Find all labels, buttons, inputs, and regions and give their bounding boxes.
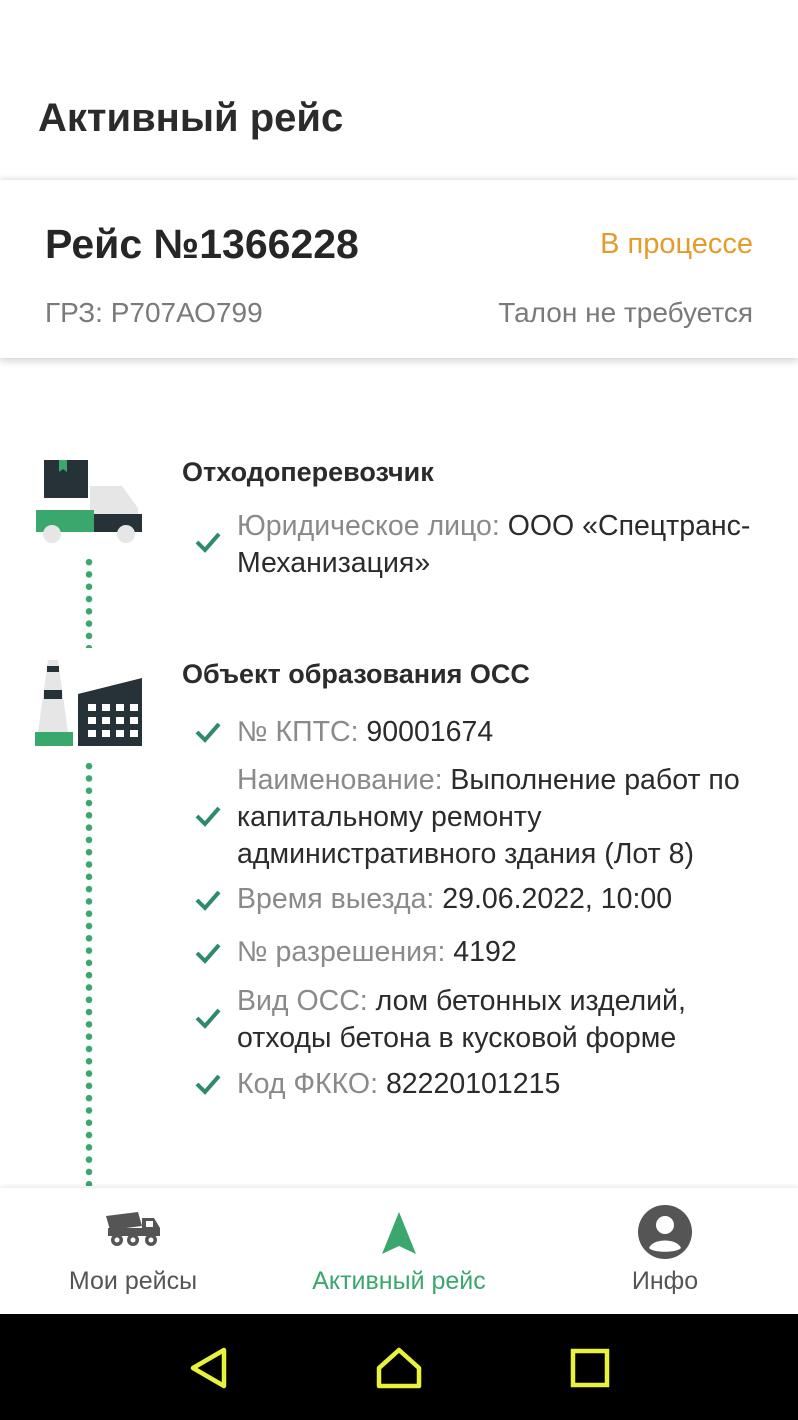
object-departure-time: Время выезда: 29.06.2022, 10:00 [237,883,673,915]
dump-truck-icon [106,1212,160,1246]
check-icon [195,532,221,553]
nav-label: Мои рейсы [68,1267,198,1295]
account-circle-icon [638,1205,692,1259]
object-name: Наименование: Выполнение работ по капита… [237,764,740,870]
bottom-navigation: Мои рейсы Активный рейс Инфо [0,1188,798,1314]
timeline-connector [85,556,93,648]
check-icon [195,943,221,964]
check-icon [195,890,221,911]
building-icon [35,660,142,746]
check-icon [195,1074,221,1095]
nav-active-trip[interactable]: Активный рейс [266,1188,532,1314]
object-fkko-code: Код ФККО: 82220101215 [237,1068,561,1100]
object-oss-type: Вид ОСС: лом бетонных изделий, отходы бе… [237,985,686,1054]
nav-my-trips[interactable]: Мои рейсы [0,1188,266,1314]
carrier-legal-entity: Юридическое лицо: ООО «Спецтранс-Механиз… [237,510,751,579]
object-permit-number: № разрешения: 4192 [237,936,517,968]
trip-number: Рейс №1366228 [45,221,359,267]
home-icon[interactable] [375,1344,423,1392]
recents-icon[interactable] [566,1344,614,1392]
nav-label: Инфо [631,1267,699,1295]
trip-status-badge: В процессе [600,228,753,260]
timeline-connector [85,760,93,1186]
object-section-title: Объект образования ОСС [182,659,530,689]
carrier-section-title: Отходоперевозчик [182,457,434,487]
truck-icon [36,460,142,543]
check-icon [195,1008,221,1029]
license-plate: ГРЗ: Р707АО799 [45,297,263,328]
back-icon[interactable] [186,1344,234,1392]
navigation-arrow-icon [382,1212,416,1254]
system-navigation-bar [0,1314,798,1420]
talon-status: Талон не требуется [498,297,753,328]
nav-label: Активный рейс [312,1267,486,1295]
object-kpts: № КПТС: 90001674 [237,716,494,748]
app-header: Активный рейс [0,0,798,178]
nav-info[interactable]: Инфо [532,1188,798,1314]
check-icon [195,806,221,827]
page-title: Активный рейс [38,96,344,140]
check-icon [195,722,221,743]
trip-card: Рейс №1366228 В процессе ГРЗ: Р707АО799 … [0,180,798,358]
